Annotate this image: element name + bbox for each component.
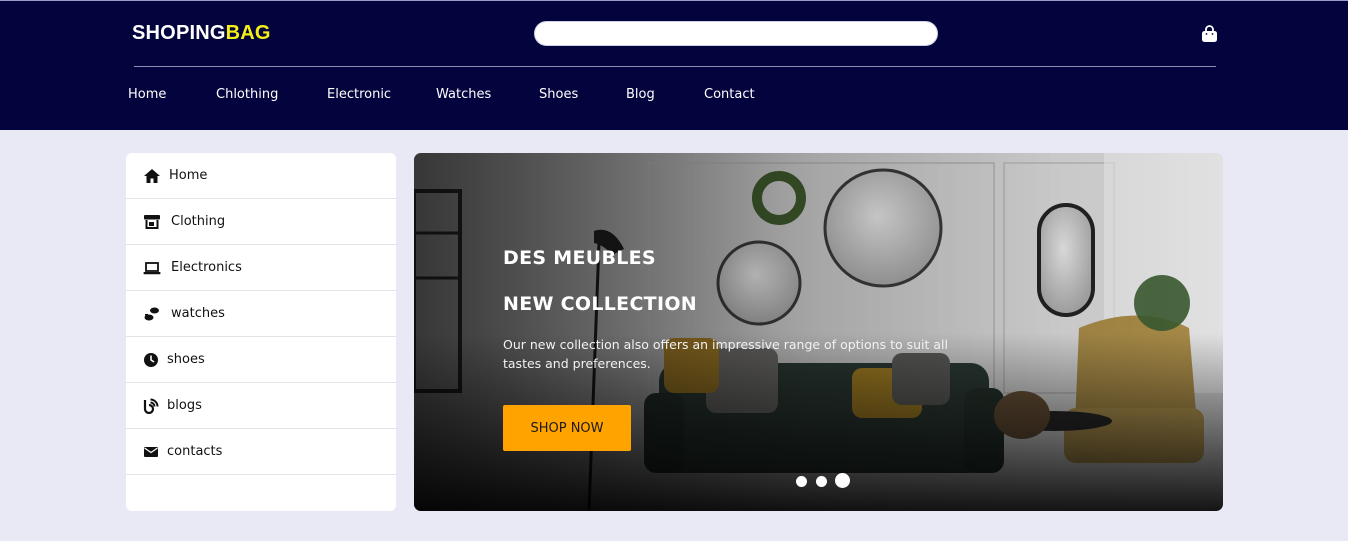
hero-banner: DES MEUBLES NEW COLLECTION Our new colle… (414, 153, 1223, 511)
blog-icon (143, 398, 159, 414)
sidebar-item-shoes[interactable]: shoes (126, 337, 396, 383)
sidebar-item-blogs[interactable]: blogs (126, 383, 396, 429)
laptop-icon (143, 262, 161, 275)
sidebar-item-electronics[interactable]: Electronics (126, 245, 396, 291)
sidebar-item-label: Clothing (171, 214, 226, 229)
sidebar-item-watches[interactable]: watches (126, 291, 396, 337)
hero-description: Our new collection also offers an impres… (503, 337, 948, 371)
sidebar-item-home[interactable]: Home (126, 153, 396, 199)
nav-watches[interactable]: Watches (436, 87, 491, 102)
category-sidebar: Home Clothing Electronics watches shoes … (126, 153, 396, 511)
nav-electronic[interactable]: Electronic (327, 87, 391, 102)
hero-heading: DES MEUBLES (503, 247, 656, 269)
carousel-dot-1[interactable] (796, 476, 807, 487)
envelope-icon (144, 447, 158, 457)
nav-blog[interactable]: Blog (626, 87, 655, 102)
nav-clothing[interactable]: Chlothing (216, 87, 278, 102)
hero-subheading: NEW COLLECTION (503, 293, 697, 315)
sidebar-item-label: watches (171, 306, 225, 321)
logo-main: SHOPING (132, 22, 226, 44)
site-header: SHOPINGBAG Home Chlothing Electronic Wat… (0, 0, 1348, 130)
main-nav: Home Chlothing Electronic Watches Shoes … (0, 87, 900, 107)
sidebar-item-label: Electronics (171, 260, 242, 275)
sidebar-item-label: blogs (167, 398, 202, 413)
logo-accent: BAG (225, 22, 271, 44)
sidebar-item-label: Home (169, 168, 208, 183)
home-icon (144, 169, 160, 183)
logo[interactable]: SHOPINGBAG (132, 22, 271, 45)
shopping-bag-icon[interactable] (1201, 25, 1218, 43)
carousel-dot-2[interactable] (816, 476, 827, 487)
clock-icon (144, 353, 158, 367)
carousel-dot-3[interactable] (835, 473, 850, 488)
footprints-icon (144, 307, 159, 321)
header-divider (134, 66, 1216, 67)
store-icon (144, 215, 160, 229)
sidebar-item-clothing[interactable]: Clothing (126, 199, 396, 245)
search-input[interactable] (534, 21, 938, 46)
shop-now-button[interactable]: SHOP NOW (503, 405, 631, 451)
nav-shoes[interactable]: Shoes (539, 87, 578, 102)
hero-image (414, 153, 1223, 511)
nav-contact[interactable]: Contact (704, 87, 755, 102)
sidebar-item-label: shoes (167, 352, 205, 367)
sidebar-item-contacts[interactable]: contacts (126, 429, 396, 475)
nav-home[interactable]: Home (128, 87, 166, 102)
sidebar-item-label: contacts (167, 444, 223, 459)
